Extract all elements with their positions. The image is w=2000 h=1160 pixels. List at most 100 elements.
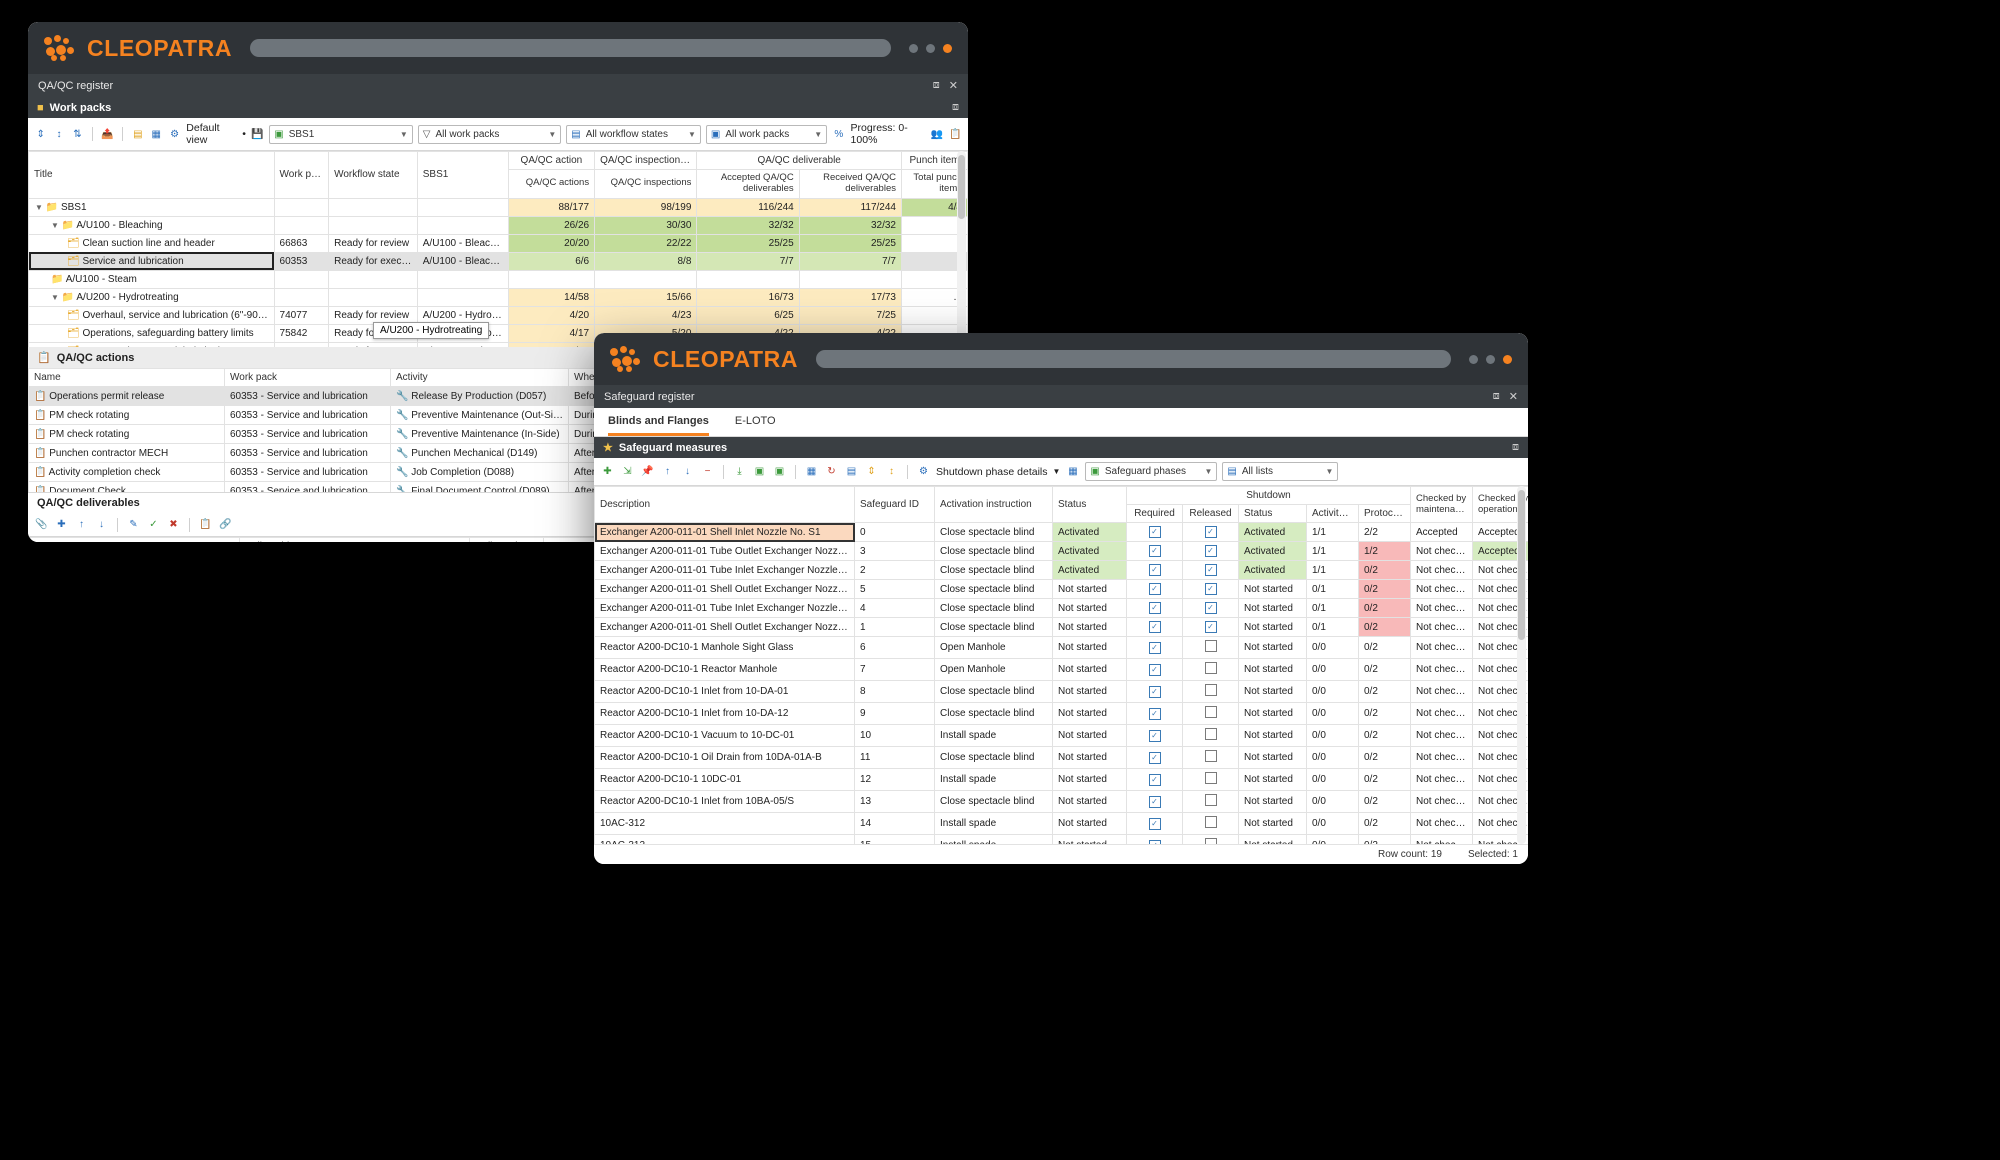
attach-icon[interactable]: 📎 bbox=[34, 517, 49, 532]
link-icon[interactable]: 🔗 bbox=[218, 517, 233, 532]
grid-icon[interactable]: ▦ bbox=[804, 464, 819, 479]
shutdown-phase-details-label[interactable]: Shutdown phase details bbox=[936, 466, 1048, 478]
col-workflow-state[interactable]: Workflow state bbox=[328, 151, 418, 199]
safeguard-released[interactable] bbox=[1182, 680, 1239, 703]
expander-icon[interactable]: ▼ bbox=[35, 203, 43, 212]
safeguard-scrollbar[interactable] bbox=[1517, 486, 1526, 844]
safeguard-required[interactable] bbox=[1126, 724, 1183, 747]
released-checkbox[interactable] bbox=[1204, 662, 1217, 674]
chevron-down-icon[interactable]: ▼ bbox=[1053, 467, 1061, 476]
released-checkbox[interactable] bbox=[1204, 750, 1217, 762]
colgroup-shutdown[interactable]: Shutdown bbox=[1125, 486, 1412, 505]
safeguard-description[interactable]: Reactor A200-DC10-1 Manhole Sight Glass bbox=[594, 636, 855, 659]
safeguard-description[interactable]: Reactor A200-DC10-1 Inlet from 10BA-05/S bbox=[594, 790, 855, 813]
safeguard-released[interactable] bbox=[1182, 702, 1239, 725]
window2-titlebar[interactable]: CLEOPATRA bbox=[594, 333, 1528, 385]
row-title[interactable]: ▼ 📁 A/U100 - Bleaching bbox=[28, 215, 275, 235]
safeguard-required[interactable] bbox=[1126, 541, 1183, 561]
safeguard-released[interactable] bbox=[1182, 834, 1239, 844]
safeguard-description[interactable]: Exchanger A200-011-01 Tube Inlet Exchang… bbox=[594, 598, 855, 618]
gear-icon[interactable]: ⚙ bbox=[916, 464, 931, 479]
col-deliverable-name[interactable]: Name bbox=[28, 537, 240, 542]
minimize-dot-icon[interactable] bbox=[909, 43, 918, 53]
safeguard-required[interactable] bbox=[1126, 702, 1183, 725]
default-view-label[interactable]: Default view bbox=[186, 122, 237, 146]
up-icon[interactable]: ↑ bbox=[660, 464, 675, 479]
released-checkbox[interactable] bbox=[1204, 772, 1217, 784]
workpack-filter-2[interactable]: ▣ All work packs ▼ bbox=[705, 124, 828, 144]
workflow-state-filter[interactable]: ▤ All workflow states ▼ bbox=[566, 124, 701, 144]
table-row[interactable]: ▼ 📁 SBS1 88/177 98/199 116/244 117/244 4/4 bbox=[28, 197, 968, 217]
safeguard-description[interactable]: Reactor A200-DC10-1 Reactor Manhole bbox=[594, 658, 855, 681]
table-row[interactable]: Reactor A200-DC10-1 10DC-01 12 Install spa… bbox=[594, 768, 1528, 791]
safeguard-description[interactable]: Exchanger A200-011-01 Shell Inlet Nozzle… bbox=[594, 522, 855, 542]
pin-icon[interactable]: 📌 bbox=[640, 464, 655, 479]
down-icon[interactable]: ↓ bbox=[94, 517, 109, 532]
safeguard-released[interactable] bbox=[1182, 560, 1239, 580]
maximize-dot-icon[interactable] bbox=[1486, 354, 1495, 364]
table-icon[interactable]: ▦ bbox=[1065, 464, 1080, 479]
col-deliverable-file[interactable]: Deliverable bbox=[238, 537, 471, 542]
required-checkbox[interactable] bbox=[1148, 545, 1161, 557]
required-checkbox[interactable] bbox=[1148, 795, 1161, 808]
reject-icon[interactable]: ✖ bbox=[166, 517, 181, 532]
accept-icon[interactable]: ✓ bbox=[146, 517, 161, 532]
released-checkbox[interactable] bbox=[1204, 602, 1217, 614]
required-checkbox[interactable] bbox=[1148, 707, 1161, 720]
released-checkbox[interactable] bbox=[1204, 684, 1217, 696]
safeguard-required[interactable] bbox=[1126, 658, 1183, 681]
released-checkbox[interactable] bbox=[1204, 794, 1217, 806]
excel-export-icon[interactable]: ▣ bbox=[772, 464, 787, 479]
safeguard-required[interactable] bbox=[1126, 617, 1183, 637]
window1-app-tab[interactable]: QA/QC register ⧈ ✕ bbox=[28, 74, 968, 97]
safeguard-toolbar[interactable]: ✚ ⇲ 📌 ↑ ↓ − ⤓ ▣ ▣ ▦ ↻ ▤ ⇕ ↕ ⚙ Shutdown p… bbox=[594, 458, 1528, 486]
safeguard-description[interactable]: Reactor A200-DC10-1 Vacuum to 10-DC-01 bbox=[594, 724, 855, 747]
released-checkbox[interactable] bbox=[1204, 728, 1217, 740]
col-accepted-deliverables[interactable]: Accepted QA/QC deliverables bbox=[696, 169, 800, 199]
close-icon[interactable]: ✕ bbox=[1509, 390, 1518, 403]
safeguard-released[interactable] bbox=[1182, 579, 1239, 599]
excel-icon[interactable]: ▣ bbox=[752, 464, 767, 479]
col-delivered[interactable]: Delivered bbox=[469, 537, 544, 542]
panel-collapse-icon[interactable]: ⧈ bbox=[1512, 441, 1519, 454]
sbs-select[interactable]: ▣ SBS1 ▼ bbox=[269, 124, 413, 144]
row-title[interactable]: 🗂 Remove clamp 6" , pinhole leakage near… bbox=[28, 341, 275, 347]
required-checkbox[interactable] bbox=[1148, 583, 1161, 595]
percent-icon[interactable]: % bbox=[832, 127, 845, 142]
collapse-icon[interactable]: ↕ bbox=[884, 464, 899, 479]
work-packs-scrollbar[interactable] bbox=[957, 151, 966, 347]
safeguard-released[interactable] bbox=[1182, 598, 1239, 618]
export-icon[interactable]: 📤 bbox=[101, 127, 114, 142]
safeguard-required[interactable] bbox=[1126, 598, 1183, 618]
required-checkbox[interactable] bbox=[1148, 729, 1161, 742]
table-row[interactable]: ▼ 📁 A/U100 - Bleaching 26/26 30/30 32/32 32/… bbox=[28, 215, 968, 235]
required-checkbox[interactable] bbox=[1148, 751, 1161, 764]
released-checkbox[interactable] bbox=[1204, 706, 1217, 718]
work-packs-grid[interactable]: Title Work pack ID Workflow state SBS1 Q… bbox=[28, 151, 968, 347]
col-action-work-pack[interactable]: Work pack bbox=[224, 368, 391, 387]
colgroup-qaqc-inspection-type[interactable]: QA/QC inspection type bbox=[594, 151, 698, 170]
table-row[interactable]: ▼ 📁 A/U200 - Hydrotreating 14/58 15/66 16/7… bbox=[28, 287, 968, 307]
down-icon[interactable]: ↓ bbox=[680, 464, 695, 479]
refresh-icon[interactable]: ↻ bbox=[824, 464, 839, 479]
window1-titlebar[interactable]: CLEOPATRA bbox=[28, 22, 968, 74]
restore-icon[interactable]: ⧈ bbox=[933, 79, 940, 92]
people-icon[interactable]: 👥 bbox=[930, 127, 943, 142]
safeguard-released[interactable] bbox=[1182, 768, 1239, 791]
safeguard-required[interactable] bbox=[1126, 636, 1183, 659]
released-checkbox[interactable] bbox=[1204, 621, 1217, 633]
safeguard-description[interactable]: Reactor A200-DC10-1 Inlet from 10-DA-01 bbox=[594, 680, 855, 703]
safeguard-released[interactable] bbox=[1182, 724, 1239, 747]
add-icon[interactable]: ✚ bbox=[600, 464, 615, 479]
colgroup-qaqc-deliverable[interactable]: QA/QC deliverable bbox=[696, 151, 902, 170]
save-view-icon[interactable]: 💾 bbox=[251, 127, 264, 142]
required-checkbox[interactable] bbox=[1148, 839, 1161, 844]
safeguard-description[interactable]: Reactor A200-DC10-1 10DC-01 bbox=[594, 768, 855, 791]
safeguard-description[interactable]: Reactor A200-DC10-1 Inlet from 10-DA-12 bbox=[594, 702, 855, 725]
workpack-filter-1[interactable]: ▽ All work packs ▼ bbox=[417, 124, 562, 144]
table-row[interactable]: 📁 A/U100 - Steam bbox=[28, 269, 968, 289]
safeguard-required[interactable] bbox=[1126, 768, 1183, 791]
released-checkbox[interactable] bbox=[1204, 838, 1217, 844]
safeguard-phases-select[interactable]: ▣ Safeguard phases ▼ bbox=[1085, 462, 1218, 481]
safeguard-released[interactable] bbox=[1182, 658, 1239, 681]
